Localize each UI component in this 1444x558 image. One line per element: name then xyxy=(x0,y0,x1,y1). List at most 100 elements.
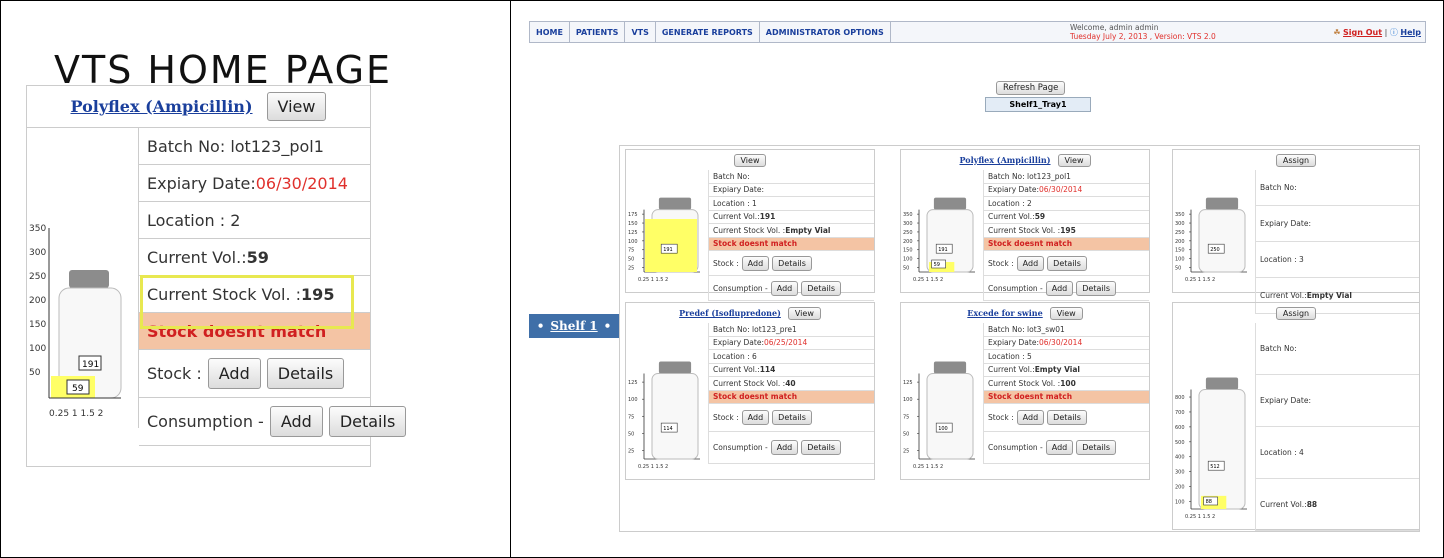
nav-generate-reports[interactable]: GENERATE REPORTS xyxy=(656,22,760,42)
drug-link[interactable]: Excede for swine xyxy=(967,308,1042,318)
consumption-label: Consumption - xyxy=(988,443,1043,452)
consumption-row: Consumption - Add Details xyxy=(139,398,407,446)
vial-tick: 200 xyxy=(1175,239,1185,245)
date-version: Tuesday July 2, 2013 , Version: VTS 2.0 xyxy=(1070,32,1216,41)
stock-vol-value: 195 xyxy=(1060,225,1076,235)
sign-out-link[interactable]: Sign Out xyxy=(1343,28,1382,37)
stock-add-button[interactable]: Add xyxy=(741,410,770,425)
batch-row: Batch No: lot123_pre1 xyxy=(708,323,874,337)
vial-tick: 100 xyxy=(628,239,638,245)
consumption-details-button[interactable]: Details xyxy=(801,280,841,296)
consumption-details-button[interactable]: Details xyxy=(328,406,407,437)
stock-details-button[interactable]: Details xyxy=(772,410,812,425)
stock-label: Stock : xyxy=(713,413,739,422)
vial-tick: 50 xyxy=(628,431,634,437)
nav-vts[interactable]: VTS xyxy=(625,22,656,42)
batch-text: Batch No: lot123_pol1 xyxy=(147,136,324,156)
stock-add-button[interactable]: Add xyxy=(1016,255,1045,271)
consumption-details-button[interactable]: Details xyxy=(1076,440,1116,455)
location-row: Location : 5 xyxy=(983,350,1149,364)
help-link[interactable]: Help xyxy=(1400,28,1421,37)
vial-x-ticks: 0.25 1 1.5 2 xyxy=(1185,277,1215,283)
drug-link[interactable]: Predef (Isoflupredone) xyxy=(679,308,781,318)
welcome-block: Welcome, admin admin Tuesday July 2, 201… xyxy=(1070,23,1216,41)
stock-vol-box-label: 512 xyxy=(1210,464,1220,470)
vial-x-ticks: 0.25 1 1.5 2 xyxy=(913,277,943,283)
current-vol-value: 114 xyxy=(759,365,776,375)
nav-right: ☘ Sign Out | ⓘ Help xyxy=(1333,27,1421,38)
vial-tick: 300 xyxy=(1175,221,1185,227)
batch-row: Batch No: xyxy=(1255,170,1419,206)
tray-card-header: Polyflex (Ampicillin) View xyxy=(27,86,370,128)
expiry-date: 06/30/2014 xyxy=(255,173,348,193)
stock-vol-box-label: 191 xyxy=(938,247,948,253)
current-vol-box-label: 59 xyxy=(934,262,940,268)
vial-tick: 200 xyxy=(1175,485,1185,491)
shelf-tab[interactable]: • Shelf 1 • xyxy=(529,314,619,338)
vial-cap xyxy=(658,197,692,210)
stock-row: Stock : Add Details xyxy=(983,251,1149,276)
stock-add-button[interactable]: Add xyxy=(207,358,261,389)
vial-tick: 250 xyxy=(29,272,46,282)
vial-tick: 50 xyxy=(1175,266,1181,272)
nav-home[interactable]: HOME xyxy=(530,22,570,42)
stock-row: Stock : Add Details xyxy=(708,251,874,276)
vial-tick: 75 xyxy=(628,248,634,254)
consumption-add-button[interactable]: Add xyxy=(1045,280,1074,296)
view-button[interactable]: View xyxy=(1057,153,1091,167)
expiry-row: Expiary Date: 06/30/2014 xyxy=(983,183,1149,197)
vial-chart: 175 150 125 100 75 50 25 191 0.25 1 1.5 2 xyxy=(628,197,700,283)
vial-tick: 100 xyxy=(628,397,638,403)
stock-add-button[interactable]: Add xyxy=(1016,410,1045,425)
assign-button[interactable]: Assign xyxy=(1275,306,1317,320)
consumption-add-button[interactable]: Add xyxy=(770,440,799,455)
slot-details: Batch No: Expiary Date: Location : 3 Cur… xyxy=(1255,170,1419,314)
current-vol-label: Current Vol.: xyxy=(147,247,247,267)
view-button[interactable]: View xyxy=(1049,306,1083,320)
view-button[interactable]: View xyxy=(266,92,327,121)
drug-link[interactable]: Polyflex (Ampicillin) xyxy=(960,155,1051,165)
view-button[interactable]: View xyxy=(787,306,821,320)
vial-tick: 350 xyxy=(903,212,913,218)
vial-tick: 100 xyxy=(1175,257,1185,263)
slot-cell-1: View 175 150 125 100 75 50 25 191 0.25 1 1.5 2 B… xyxy=(625,149,875,301)
vial-body xyxy=(926,373,974,460)
help-icon: ⓘ xyxy=(1389,28,1398,37)
refresh-page-button[interactable]: Refresh Page xyxy=(996,81,1066,95)
view-button[interactable]: View xyxy=(733,153,767,167)
stock-details-button[interactable]: Details xyxy=(266,358,345,389)
consumption-add-button[interactable]: Add xyxy=(1045,440,1074,455)
stock-vol-label: Current Stock Vol. : xyxy=(988,378,1061,388)
consumption-details-button[interactable]: Details xyxy=(1076,280,1116,296)
stock-row-highlight xyxy=(140,275,354,329)
stock-vol-box-label: 114 xyxy=(663,426,673,432)
vial-cap xyxy=(933,197,967,210)
vial-tick: 350 xyxy=(29,224,46,234)
expiry-label: Expiary Date: xyxy=(147,173,256,193)
consumption-add-button[interactable]: Add xyxy=(770,280,799,296)
stock-details-button[interactable]: Details xyxy=(1047,255,1087,271)
expiry-row: Expiary Date: 06/25/2014 xyxy=(708,336,874,350)
stock-vol-row: Current Stock Vol. : 40 xyxy=(708,377,874,391)
vial-tick: 500 xyxy=(1175,440,1185,446)
current-vol-box-label: 88 xyxy=(1206,499,1212,505)
stock-add-button[interactable]: Add xyxy=(741,255,770,271)
consumption-add-button[interactable]: Add xyxy=(269,406,323,437)
location-row: Location : 1 xyxy=(708,197,874,211)
nav-administrator-options[interactable]: ADMINISTRATOR OPTIONS xyxy=(760,22,891,42)
stock-details-button[interactable]: Details xyxy=(1047,410,1087,425)
consumption-details-button[interactable]: Details xyxy=(801,440,841,455)
vial-cap xyxy=(1205,377,1239,390)
current-vol-value: Empty Vial xyxy=(1034,365,1080,375)
assign-button[interactable]: Assign xyxy=(1275,153,1317,167)
current-vol-label: Current Vol.: xyxy=(713,365,760,375)
nav-patients[interactable]: PATIENTS xyxy=(570,22,626,42)
vial-body xyxy=(1198,389,1246,510)
stock-vol-value: Empty Vial xyxy=(785,225,831,235)
stock-vol-label: Current Stock Vol. : xyxy=(988,225,1061,235)
drug-link[interactable]: Polyflex (Ampicillin) xyxy=(71,97,253,116)
stock-details-button[interactable]: Details xyxy=(772,255,812,271)
vial-tick: 25 xyxy=(628,448,634,454)
stock-warning: Stock doesnt match xyxy=(983,390,1149,404)
vial-tick: 250 xyxy=(903,230,913,236)
